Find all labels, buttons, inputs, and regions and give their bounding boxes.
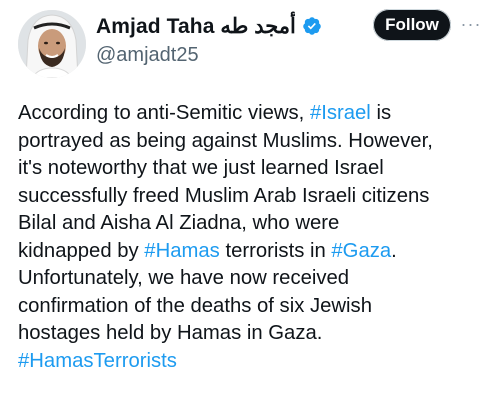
hashtag-link[interactable]: #Israel [310, 102, 371, 124]
tweet-line: Bilal and Aisha Al Ziadna, who were [18, 210, 488, 238]
tweet-text-segment: hostages held by Hamas in Gaza. [18, 322, 323, 344]
tweet-text-segment: . [391, 239, 397, 262]
hashtag-link[interactable]: #HamasTerrorists [18, 350, 177, 372]
tweet-line: it's noteworthy that we just learned Isr… [18, 155, 488, 183]
tweet-line: #HamasTerrorists [18, 348, 488, 376]
tweet-text-segment: it's noteworthy that we just learned Isr… [18, 157, 384, 179]
tweet-text-segment: kidnapped by [18, 239, 145, 262]
tweet-text-segment: terrorists in [219, 239, 332, 262]
tweet-line: kidnapped by #Hamas terrorists in #Gaza. [18, 238, 488, 266]
follow-button[interactable]: Follow [373, 9, 451, 41]
tweet-text-segment: Bilal and Aisha Al Ziadna, who were [18, 212, 340, 234]
tweet-text-segment: portrayed as being against Muslims. Howe… [18, 129, 433, 152]
tweet-text-segment: According to anti-Semitic views, [18, 102, 310, 124]
tweet-header: Amjad Taha أمجد طه @amjadt25 Follow ··· [0, 0, 500, 90]
tweet-text-segment: successfully freed Muslim Arab Israeli c… [18, 184, 430, 207]
tweet-line: confirmation of the deaths of six Jewish [18, 293, 488, 321]
tweet-line: successfully freed Muslim Arab Israeli c… [18, 183, 488, 211]
hashtag-link[interactable]: #Gaza [331, 240, 391, 262]
more-dots-icon[interactable]: ··· [457, 12, 485, 36]
tweet-line: portrayed as being against Muslims. Howe… [18, 128, 488, 156]
hashtag-link[interactable]: #Hamas [144, 240, 220, 262]
author-display-name[interactable]: Amjad Taha أمجد طه [96, 14, 296, 39]
avatar[interactable] [18, 10, 86, 78]
tweet-line: According to anti-Semitic views, #Israel… [18, 100, 488, 128]
author-name-row: Amjad Taha أمجد طه [96, 12, 322, 40]
tweet-text-segment: Unfortunately, we have now received [18, 267, 350, 289]
tweet-text-segment: confirmation of the deaths of six Jewish [18, 294, 372, 317]
tweet-line: hostages held by Hamas in Gaza. [18, 320, 488, 348]
tweet-text-segment: is [370, 102, 392, 124]
author-handle[interactable]: @amjadt25 [96, 44, 199, 67]
avatar-image [18, 10, 86, 78]
verified-badge-icon [303, 17, 321, 35]
tweet-line: Unfortunately, we have now received [18, 265, 488, 293]
tweet-text: According to anti-Semitic views, #Israel… [18, 100, 488, 375]
